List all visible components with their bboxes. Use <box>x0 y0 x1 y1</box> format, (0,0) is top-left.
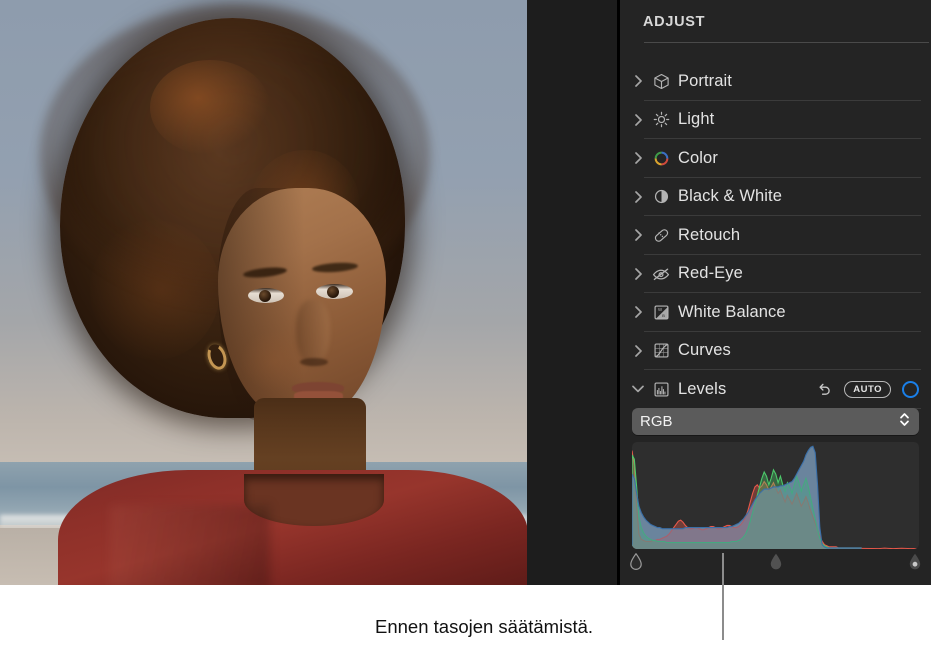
levels-slider-track[interactable] <box>629 549 922 575</box>
adjust-row-label: Light <box>678 110 715 129</box>
mid-point-handle[interactable] <box>769 553 783 571</box>
blue-circle-toggle[interactable] <box>902 380 919 398</box>
levels-panel-body: RGB <box>620 408 931 575</box>
adjust-row-retouch[interactable]: Retouch <box>620 216 931 255</box>
adjust-row-label: Portrait <box>678 71 732 90</box>
white-point-handle[interactable] <box>908 553 922 571</box>
eye-slash-icon <box>648 265 674 283</box>
title-divider <box>644 42 929 43</box>
adjust-row-label: Curves <box>678 341 731 360</box>
adjust-row-label: Red-Eye <box>678 264 743 283</box>
chevron-right-icon[interactable] <box>628 306 648 319</box>
screenshot-root: ADJUST Portrait Light Color Black & Whit… <box>0 0 931 652</box>
callout-leader-line <box>722 553 724 640</box>
black-point-handle[interactable] <box>629 553 643 571</box>
photo-nostril <box>300 358 328 366</box>
adjust-row-color[interactable]: Color <box>620 139 931 178</box>
adjust-row-black-and-white[interactable]: Black & White <box>620 178 931 216</box>
chevron-right-icon[interactable] <box>628 152 648 165</box>
adjust-row-label: Black & White <box>678 187 782 206</box>
photo-hair-highlight <box>150 60 270 155</box>
curves-icon <box>648 342 674 359</box>
color-wheel-icon <box>648 150 674 167</box>
chevron-right-icon[interactable] <box>628 190 648 203</box>
white-balance-icon: W B <box>648 304 674 321</box>
photo-pupil-right <box>327 286 339 298</box>
chevron-right-icon[interactable] <box>628 267 648 280</box>
histogram-series-fill-blue <box>632 446 862 549</box>
svg-text:B: B <box>662 313 665 318</box>
adjust-row-red-eye[interactable]: Red-Eye <box>620 255 931 293</box>
adjust-row-label: Retouch <box>678 225 741 244</box>
adjust-row-curves[interactable]: Curves <box>620 332 931 370</box>
auto-button[interactable]: AUTO <box>844 380 891 398</box>
cube-icon <box>648 73 674 90</box>
adjust-row-label: Levels <box>678 379 727 398</box>
chevron-down-icon[interactable] <box>628 385 648 393</box>
photos-app-window: ADJUST Portrait Light Color Black & Whit… <box>0 0 931 585</box>
reset-arrow-icon[interactable] <box>815 380 833 398</box>
channel-popup-button[interactable]: RGB <box>632 408 919 435</box>
caption-text: Ennen tasojen säätämistä. <box>375 616 594 637</box>
photo-viewer[interactable] <box>0 0 527 585</box>
photo-hair-highlight <box>90 220 220 360</box>
adjust-inspector-panel: ADJUST Portrait Light Color Black & Whit… <box>620 0 931 585</box>
histogram-plot <box>632 442 919 549</box>
adjust-row-white-balance[interactable]: W B White Balance <box>620 293 931 332</box>
levels-histogram[interactable] <box>632 442 919 549</box>
page-title: ADJUST <box>643 14 706 30</box>
chevron-right-icon[interactable] <box>628 344 648 357</box>
adjustment-list: Portrait Light Color Black & White Retou… <box>620 62 931 409</box>
photo-neck-shadow <box>254 398 366 458</box>
chevron-right-icon[interactable] <box>628 229 648 242</box>
levels-icon <box>648 381 674 398</box>
up-down-chevron-icon <box>899 411 910 433</box>
levels-controls: AUTO <box>815 370 919 409</box>
chevron-right-icon[interactable] <box>628 113 648 126</box>
adjust-row-label: Color <box>678 148 718 167</box>
photo-nose <box>296 300 330 366</box>
adjust-row-levels[interactable]: Levels AUTO <box>620 370 931 409</box>
adjust-row-portrait[interactable]: Portrait <box>620 62 931 101</box>
channel-popup-value: RGB <box>640 413 673 430</box>
adjust-row-label: White Balance <box>678 302 786 321</box>
photo-image <box>0 0 527 585</box>
svg-text:W: W <box>658 307 663 312</box>
half-circle-icon <box>648 188 674 205</box>
bandage-icon <box>648 227 674 244</box>
adjust-row-light[interactable]: Light <box>620 101 931 139</box>
sun-icon <box>648 111 674 128</box>
photo-shirt-fold <box>110 505 270 585</box>
chevron-right-icon[interactable] <box>628 75 648 88</box>
photo-pupil-left <box>259 290 271 302</box>
